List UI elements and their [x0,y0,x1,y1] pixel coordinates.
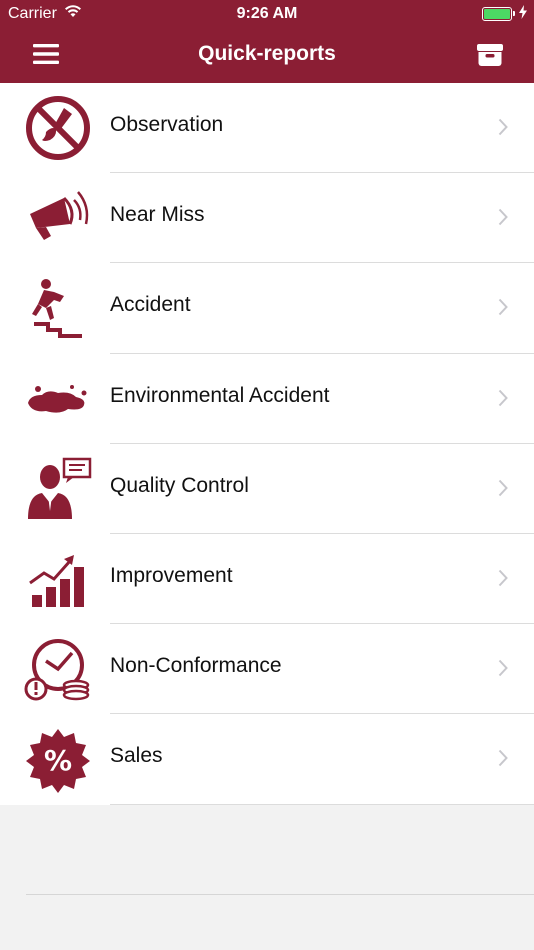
list-item-observation[interactable]: Observation [0,83,534,174]
falling-person-icon [32,279,82,339]
chevron-right-icon [498,569,508,587]
no-brush-icon [26,96,90,160]
chevron-right-icon [498,659,508,677]
footer-separator [26,894,534,895]
list-item-sales[interactable]: % Sales [0,714,534,805]
archive-button[interactable] [474,40,506,70]
chevron-right-icon [498,209,508,226]
navigation-bar: Quick-reports [0,28,534,83]
list-item-near-miss[interactable]: Near Miss [0,173,534,264]
spill-icon [28,384,87,413]
list-item-label: Non-Conformance [110,654,282,678]
percent-badge-icon: % [26,729,90,794]
list-item-non-conformance[interactable]: Non-Conformance [0,624,534,715]
separator [110,803,534,805]
chevron-right-icon [498,118,508,136]
growth-chart-icon [29,554,84,607]
list-item-label: Environmental Accident [110,383,330,407]
list-item-accident[interactable]: Accident [0,263,534,354]
list-item-label: Quality Control [110,473,249,497]
list-item-label: Sales [110,744,163,768]
status-time: 9:26 AM [236,5,298,22]
charging-bolt-icon [519,5,527,24]
chevron-right-icon [498,750,508,767]
chevron-right-icon [498,479,508,496]
status-bar: Carrier 9:26 AM [0,0,534,28]
archive-box-icon [477,44,503,66]
list-item-label: Improvement [110,563,233,587]
chevron-right-icon [498,389,508,406]
battery-icon [482,7,515,21]
list-item-label: Accident [110,293,191,317]
speaking-person-icon [28,457,92,519]
list-item-improvement[interactable]: Improvement [0,534,534,625]
list-item-quality-control[interactable]: Quality Control [0,444,534,534]
svg-text:%: % [44,744,72,777]
list-item-label: Observation [110,113,224,136]
report-list: Observation Near Miss Accident Environme… [0,83,534,805]
top-bar: Carrier 9:26 AM Quick-reports [0,0,534,83]
list-item-label: Near Miss [110,203,205,227]
chevron-right-icon [498,299,508,316]
list-item-environmental-accident[interactable]: Environmental Accident [0,354,534,444]
page-title: Quick-reports [198,42,336,65]
clock-alert-coins-icon [24,639,90,701]
megaphone-icon [30,191,89,241]
